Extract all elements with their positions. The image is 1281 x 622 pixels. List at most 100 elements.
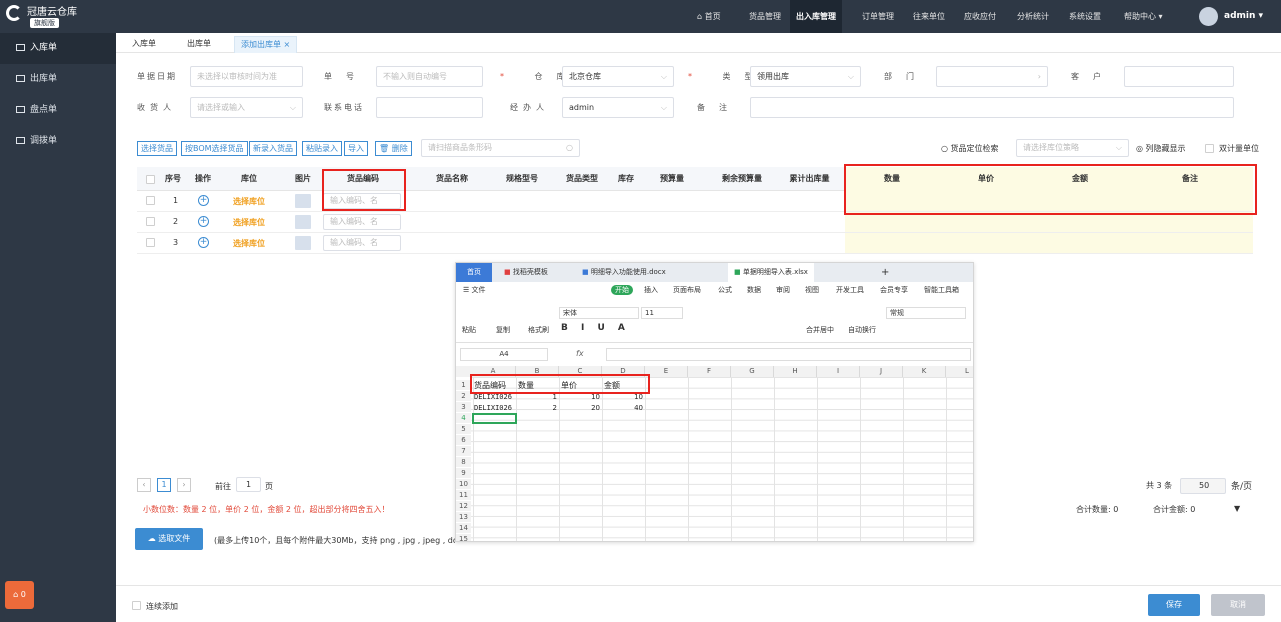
add-row-icon[interactable]: + [198, 216, 209, 227]
row-header[interactable]: 9 [456, 468, 471, 478]
continue-add-checkbox[interactable] [132, 601, 141, 610]
next-page-button[interactable]: › [177, 478, 191, 492]
nav-partners[interactable]: 往来单位 [913, 0, 945, 33]
tab-inbound[interactable]: 入库单 [126, 36, 162, 53]
ss-menu-tools[interactable]: 智能工具箱 [924, 285, 959, 295]
nav-ar-ap[interactable]: 应收应付 [964, 0, 996, 33]
tab-add-outbound[interactable]: 添加出库单 × [234, 36, 298, 53]
row-header[interactable]: 11 [456, 490, 471, 500]
ss-menu-file[interactable]: ☰ 文件 [463, 285, 486, 295]
select-location-link[interactable]: 选择库位 [233, 196, 265, 207]
goto-page-input[interactable]: 1 [236, 477, 261, 492]
row-header[interactable]: 1 [456, 380, 471, 390]
add-row-icon[interactable]: + [198, 195, 209, 206]
nav-home[interactable]: ⌂ 首页 [697, 0, 721, 33]
cell-d3[interactable]: 40 [602, 403, 643, 413]
select-goods-button[interactable]: 选择货品 [137, 141, 177, 156]
ss-tab-home[interactable]: 首页 [456, 263, 492, 282]
ss-menu-layout[interactable]: 页面布局 [673, 285, 701, 295]
nav-orders[interactable]: 订单管理 [862, 0, 894, 33]
row-header[interactable]: 3 [456, 402, 471, 412]
text-style-buttons[interactable]: B I U A [561, 323, 630, 333]
avatar[interactable] [1199, 7, 1218, 26]
row-header[interactable]: 6 [456, 435, 471, 445]
ss-tab-templates[interactable]: ■ 找稻壳模板 [504, 263, 548, 282]
ss-menu-dev[interactable]: 开发工具 [836, 285, 864, 295]
column-visibility-toggle[interactable]: ◎ 列隐藏显示 [1136, 143, 1186, 154]
row-header[interactable]: 8 [456, 457, 471, 467]
goods-code-input[interactable]: 输入编码、名 [323, 214, 401, 230]
cancel-button[interactable]: 取消 [1211, 594, 1265, 616]
merge-center-button[interactable]: 合并居中 [806, 325, 834, 335]
nav-stock-io[interactable]: 出入库管理 [790, 0, 842, 33]
tab-outbound[interactable]: 出库单 [181, 36, 217, 53]
font-select[interactable]: 宋体 [559, 307, 639, 319]
copy-button[interactable]: 复制 [496, 325, 510, 335]
nav-analytics[interactable]: 分析统计 [1017, 0, 1049, 33]
ss-menu-review[interactable]: 审阅 [776, 285, 790, 295]
cell-a3[interactable]: DELIXI026 [474, 403, 516, 413]
row-checkbox[interactable] [146, 217, 155, 226]
doc-no-input[interactable]: 不输入则自动编号 [376, 66, 483, 87]
locate-search[interactable]: ○ 货品定位检索 [941, 143, 999, 154]
handler-select[interactable]: admin ⌵ [562, 97, 674, 118]
col-header[interactable]: K [903, 366, 946, 377]
select-all-checkbox[interactable] [146, 175, 155, 184]
editable-cells[interactable] [845, 212, 1253, 232]
nav-settings[interactable]: 系统设置 [1069, 0, 1101, 33]
choose-file-button[interactable]: ☁ 选取文件 [135, 528, 203, 550]
remark-input[interactable] [750, 97, 1234, 118]
active-cell-a4[interactable] [472, 413, 517, 424]
select-location-link[interactable]: 选择库位 [233, 217, 265, 228]
number-format-select[interactable]: 常规 [886, 307, 966, 319]
paste-button[interactable]: 粘贴 [462, 325, 476, 335]
delete-button[interactable]: 🗑 删除 [375, 141, 412, 156]
col-header[interactable]: L [946, 366, 973, 377]
font-size-select[interactable]: 11 [641, 307, 683, 319]
row-checkbox[interactable] [146, 196, 155, 205]
col-header[interactable]: G [731, 366, 774, 377]
user-menu[interactable]: admin ▾ [1224, 0, 1263, 33]
warehouse-select[interactable]: 北京仓库 ⌵ [562, 66, 674, 87]
new-goods-button[interactable]: 新录入货品 [249, 141, 297, 156]
ss-tab-docx[interactable]: ■ 明细导入功能使用.docx [582, 263, 666, 282]
page-number[interactable]: 1 [157, 478, 171, 492]
row-header[interactable]: 14 [456, 523, 471, 533]
cell-c3[interactable]: 20 [559, 403, 600, 413]
row-header[interactable]: 5 [456, 424, 471, 434]
select-location-link[interactable]: 选择库位 [233, 238, 265, 249]
ss-menu-formula[interactable]: 公式 [718, 285, 732, 295]
col-header[interactable]: F [688, 366, 731, 377]
barcode-scan-input[interactable]: 请扫描商品条形码 ○ [421, 139, 580, 157]
row-header[interactable]: 2 [456, 391, 471, 401]
dual-unit-checkbox[interactable] [1205, 144, 1214, 153]
dept-select[interactable]: › [936, 66, 1048, 87]
ss-menu-member[interactable]: 会员专享 [880, 285, 908, 295]
phone-input[interactable] [376, 97, 483, 118]
ss-menu-data[interactable]: 数据 [747, 285, 761, 295]
expand-icon[interactable]: ▼ [1234, 504, 1240, 513]
location-strategy-select[interactable]: 请选择库位策略 ⌵ [1016, 139, 1129, 157]
format-painter-button[interactable]: 格式刷 [528, 325, 549, 335]
cell-b3[interactable]: 2 [516, 403, 557, 413]
row-header[interactable]: 15 [456, 534, 471, 541]
receiver-select[interactable]: 请选择或输入 ⌵ [190, 97, 303, 118]
sidebar-item-stocktake[interactable]: 盘点单 [0, 95, 116, 126]
col-header[interactable]: I [817, 366, 860, 377]
wrap-text-button[interactable]: 自动换行 [848, 325, 876, 335]
ss-menu-start[interactable]: 开始 [611, 285, 633, 295]
row-header[interactable]: 12 [456, 501, 471, 511]
page-size-select[interactable]: 50 [1180, 478, 1226, 494]
cell-reference-box[interactable]: A4 [460, 348, 548, 361]
doc-date-input[interactable]: 未选择以审核时间为准 [190, 66, 303, 87]
nav-help[interactable]: 帮助中心 ▾ [1124, 0, 1163, 33]
col-header[interactable]: J [860, 366, 903, 377]
editable-cells[interactable] [845, 233, 1253, 253]
paste-entry-button[interactable]: 粘贴录入 [302, 141, 342, 156]
ss-menu-insert[interactable]: 插入 [644, 285, 658, 295]
ss-tab-xlsx[interactable]: ■ 单据明细导入表.xlsx [728, 263, 814, 282]
import-button[interactable]: 导入 [344, 141, 368, 156]
sidebar-item-outbound[interactable]: 出库单 [0, 64, 116, 95]
nav-goods[interactable]: 货品管理 [749, 0, 781, 33]
app-logo[interactable]: 冠唐云仓库 旗舰版 [0, 0, 116, 33]
